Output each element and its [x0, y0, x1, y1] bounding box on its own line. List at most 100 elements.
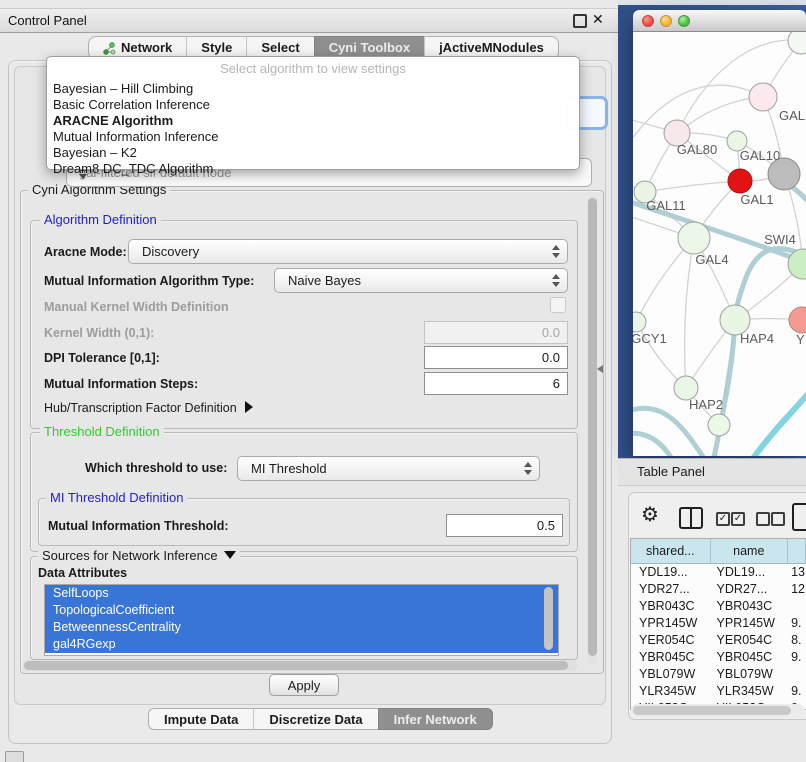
unchecked-checkbox-icon[interactable]: [771, 512, 785, 526]
node-gal-pink: [749, 83, 777, 111]
apply-button[interactable]: Apply: [269, 674, 339, 696]
table-row[interactable]: YPR145WYPR145W9.: [631, 615, 806, 632]
mi-algorithm-type-combobox[interactable]: Naive Bayes: [274, 268, 568, 293]
which-threshold-combobox[interactable]: MI Threshold: [237, 456, 540, 481]
node-label: Y: [796, 332, 805, 347]
node-label: HAP2: [689, 397, 723, 412]
column-header-shared[interactable]: shared...: [631, 539, 711, 563]
column-header-name[interactable]: name: [711, 539, 789, 563]
node-label: HAP4: [740, 331, 774, 346]
node-gal4: [678, 222, 710, 254]
algorithm-option[interactable]: Dream8 DC_TDC Algorithm: [53, 161, 573, 177]
manual-kernel-width-checkbox[interactable]: [550, 297, 566, 313]
sources-toggle[interactable]: Sources for Network Inference: [38, 549, 240, 563]
bottom-tabs: Impute Data Discretize Data Infer Networ…: [148, 708, 493, 730]
table-hscrollbar-thumb[interactable]: [633, 706, 791, 715]
mi-steps-label: Mutual Information Steps:: [44, 377, 198, 391]
settings-vscrollbar-thumb[interactable]: [588, 198, 597, 656]
combo-stepper-icon: [552, 274, 560, 288]
algorithm-dropdown-prompt: Select algorithm to view settings: [47, 61, 579, 76]
tab-impute-data[interactable]: Impute Data: [148, 708, 253, 730]
collapse-right-icon: [245, 401, 253, 413]
algorithm-option[interactable]: Mutual Information Inference: [53, 129, 573, 145]
which-threshold-label: Which threshold to use:: [85, 461, 227, 475]
list-item[interactable]: gal4RGexp: [45, 636, 558, 653]
table-row[interactable]: YBR043CYBR043C: [631, 598, 806, 615]
kernel-width-field[interactable]: 0.0: [424, 321, 568, 344]
screen: Control Panel ✕ Network Style Select Cyn…: [0, 0, 806, 762]
data-attributes-list: SelfLoops TopologicalCoefficient Between…: [44, 584, 559, 656]
dpi-tolerance-label: DPI Tolerance [0,1]:: [44, 351, 160, 365]
mi-threshold-field[interactable]: 0.5: [446, 514, 563, 537]
document-icon[interactable]: [792, 503, 806, 531]
column-header-partial[interactable]: [788, 539, 806, 563]
unchecked-checkbox-icon[interactable]: [756, 512, 770, 526]
combo-stepper-icon: [552, 245, 560, 259]
data-attributes-label: Data Attributes: [38, 566, 127, 580]
table-row[interactable]: YLR345WYLR345W9.: [631, 683, 806, 700]
which-threshold-value: MI Threshold: [251, 457, 327, 480]
algorithm-option[interactable]: Bayesian – Hill Climbing: [53, 81, 573, 97]
control-panel-titlebar: Control Panel ✕: [0, 8, 618, 33]
threshold-definition-title: Threshold Definition: [40, 425, 164, 439]
settings-hscrollbar-thumb[interactable]: [24, 661, 568, 670]
list-item[interactable]: TopologicalCoefficient: [45, 602, 558, 619]
table-row[interactable]: YDL19...YDL19...13: [631, 564, 806, 581]
splitter-collapse-icon[interactable]: [597, 365, 603, 373]
node-label: GAL80: [677, 142, 717, 157]
table-row[interactable]: YBR045CYBR045C9.: [631, 649, 806, 666]
node-label: GAL11: [646, 198, 686, 213]
algorithm-definition-title: Algorithm Definition: [40, 213, 161, 227]
checked-checkbox-icon[interactable]: ✓: [716, 512, 730, 526]
mi-algorithm-type-label: Mutual Information Algorithm Type:: [44, 274, 254, 288]
manual-kernel-width-label: Manual Kernel Width Definition: [44, 300, 229, 314]
network-canvas[interactable]: GAL GAL80 GAL10 GAL1 GAL11 GAL4 SWI4 GCY…: [633, 32, 806, 456]
node-label: GAL: [779, 108, 805, 123]
dpi-tolerance-field[interactable]: 0.0: [424, 346, 568, 369]
aracne-mode-value: Discovery: [142, 240, 199, 263]
node-gal1: [728, 169, 752, 193]
algorithm-option[interactable]: Bayesian – K2: [53, 145, 573, 161]
float-panel-icon[interactable]: [573, 14, 587, 28]
node-table: shared... name YDL19...YDL19...13 YDR27.…: [630, 538, 806, 710]
node: [788, 32, 806, 54]
node-swi4: [788, 249, 806, 279]
aracne-mode-combobox[interactable]: Discovery: [128, 239, 568, 264]
list-item[interactable]: BetweennessCentrality: [45, 619, 558, 636]
close-icon[interactable]: ✕: [592, 11, 604, 28]
aracne-mode-label: Aracne Mode:: [44, 245, 127, 259]
node-label: GCY1: [633, 331, 667, 346]
table-row[interactable]: YER054CYER054C8.: [631, 632, 806, 649]
table-panel-title: Table Panel: [637, 459, 705, 485]
control-panel-title: Control Panel: [8, 9, 87, 32]
table-row[interactable]: YDR27...YDR27...12: [631, 581, 806, 598]
node-label: GAL4: [695, 252, 728, 267]
zoom-window-icon[interactable]: [678, 15, 690, 27]
network-window-titlebar[interactable]: [633, 10, 806, 32]
collapse-down-icon: [224, 551, 236, 559]
close-window-icon[interactable]: [642, 15, 654, 27]
node-salmon: [789, 307, 806, 333]
table-panel-titlebar: Table Panel: [618, 458, 806, 486]
gear-icon[interactable]: ⚙: [641, 503, 659, 527]
node-label: GAL10: [740, 148, 780, 163]
checked-checkbox-icon[interactable]: ✓: [731, 512, 745, 526]
algorithm-option[interactable]: Basic Correlation Inference: [53, 97, 573, 113]
tab-infer-network[interactable]: Infer Network: [378, 708, 493, 730]
hub-definition-toggle[interactable]: Hub/Transcription Factor Definition: [44, 401, 253, 415]
table-row[interactable]: YBL079WYBL079W: [631, 666, 806, 683]
attributes-vscrollbar-thumb[interactable]: [544, 587, 553, 650]
mi-threshold-label: Mutual Information Threshold:: [48, 519, 229, 533]
minimize-window-icon[interactable]: [660, 15, 672, 27]
list-item[interactable]: SelfLoops: [45, 585, 558, 602]
algorithm-option-selected[interactable]: ARACNE Algorithm: [53, 113, 573, 129]
node-label: GAL1: [740, 192, 773, 207]
node-gcy1: [633, 312, 646, 332]
tab-discretize-data[interactable]: Discretize Data: [253, 708, 377, 730]
corner-widget[interactable]: [5, 751, 24, 762]
table-header: shared... name: [631, 539, 806, 564]
network-graph: GAL GAL80 GAL10 GAL1 GAL11 GAL4 SWI4 GCY…: [633, 32, 806, 456]
mi-steps-field[interactable]: 6: [424, 372, 568, 395]
network-view-window[interactable]: GAL GAL80 GAL10 GAL1 GAL11 GAL4 SWI4 GCY…: [633, 10, 806, 456]
columns-icon[interactable]: [679, 507, 703, 529]
